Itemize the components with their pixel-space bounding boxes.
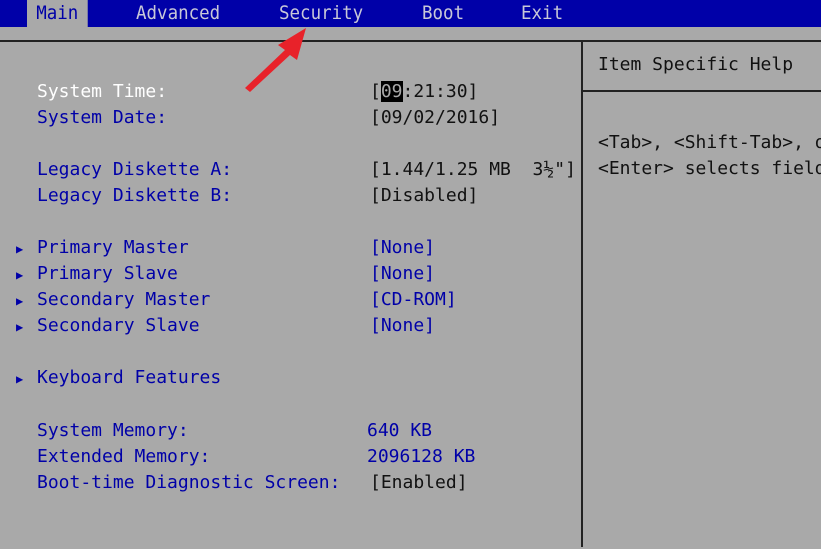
red-arrow-annotation xyxy=(245,28,306,92)
